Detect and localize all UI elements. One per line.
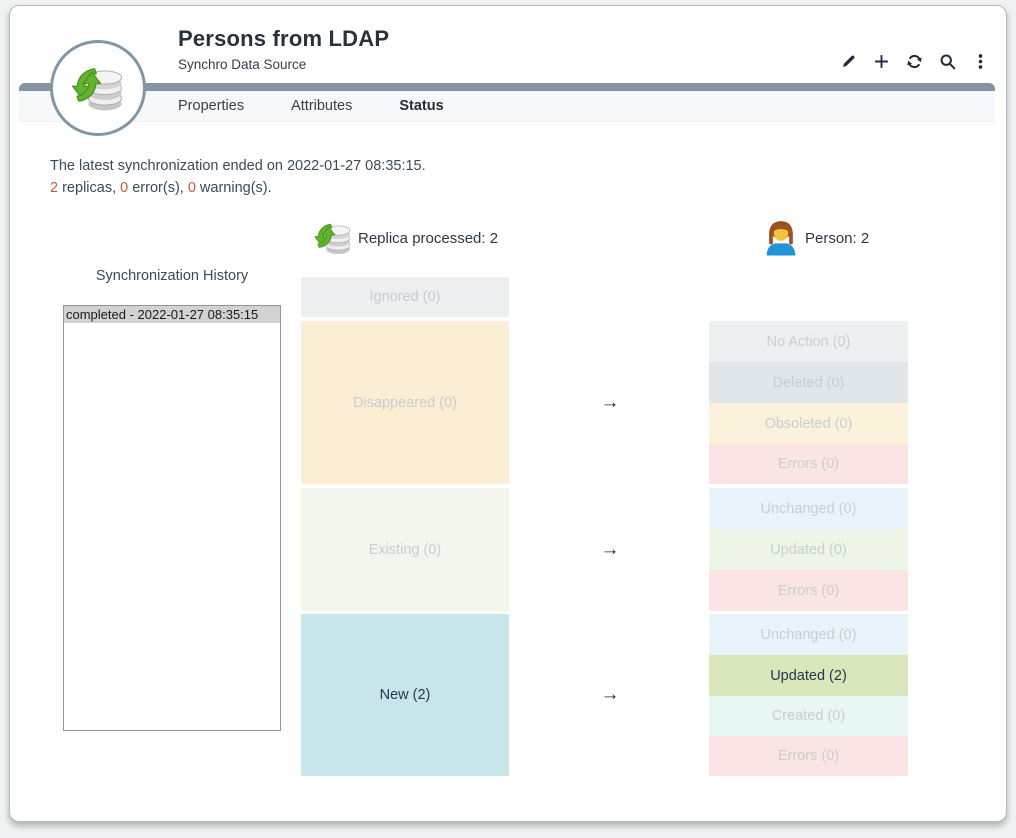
arrow-right-icon: → — [570, 538, 650, 562]
tab-properties[interactable]: Properties — [178, 98, 244, 114]
add-button[interactable] — [872, 52, 891, 71]
replicas-count: 2 — [50, 180, 58, 196]
flow-box-unchanged-existing: Unchanged (0) — [709, 488, 908, 529]
replica-counter: Replica processed: 2 — [358, 230, 498, 247]
sync-summary: The latest synchronization ended on 2022… — [50, 155, 426, 199]
edit-button[interactable] — [839, 52, 858, 71]
tab-accent-bar — [19, 83, 995, 91]
replicas-label: replicas, — [58, 180, 120, 196]
header-toolbar — [839, 52, 990, 71]
person-icon — [761, 218, 801, 258]
flow-box-ignored: Ignored (0) — [301, 277, 509, 317]
summary-line1: The latest synchronization ended on 2022… — [50, 155, 426, 177]
errors-label: error(s), — [128, 180, 188, 196]
plus-icon — [873, 53, 890, 70]
kebab-menu-icon — [972, 53, 989, 70]
history-listbox[interactable]: completed - 2022-01-27 08:35:15 — [63, 305, 281, 731]
warnings-count: 0 — [188, 180, 196, 196]
flow-box-existing: Existing (0) — [301, 488, 509, 611]
flow-box-created: Created (0) — [709, 696, 908, 736]
flow-box-new: New (2) — [301, 614, 509, 776]
refresh-button[interactable] — [905, 52, 924, 71]
flow-box-updated-existing: Updated (0) — [709, 529, 908, 570]
search-icon — [939, 53, 956, 70]
pencil-icon — [840, 53, 857, 70]
flow-box-errors-existing: Errors (0) — [709, 570, 908, 611]
history-item[interactable]: completed - 2022-01-27 08:35:15 — [64, 306, 280, 323]
tab-status[interactable]: Status — [399, 98, 443, 114]
datasource-avatar — [50, 40, 146, 136]
flow-box-disappeared: Disappeared (0) — [301, 321, 509, 484]
tab-attributes[interactable]: Attributes — [291, 98, 352, 114]
arrow-right-icon: → — [570, 391, 650, 415]
person-counter: Person: 2 — [805, 230, 869, 247]
tab-strip: Properties Attributes Status — [19, 91, 995, 122]
arrow-right-icon: → — [570, 683, 650, 707]
flow-box-errors-new: Errors (0) — [709, 736, 908, 776]
menu-button[interactable] — [971, 52, 990, 71]
sync-database-icon — [70, 60, 126, 116]
flow-box-unchanged-new: Unchanged (0) — [709, 614, 908, 655]
page-subtitle: Synchro Data Source — [178, 57, 306, 72]
flow-box-obsoleted: Obsoleted (0) — [709, 403, 908, 444]
app-window: Persons from LDAP Synchro Data Source — [9, 5, 1007, 822]
history-title: Synchronization History — [63, 268, 281, 284]
flow-box-errors-disappeared: Errors (0) — [709, 444, 908, 484]
flow-box-no-action: No Action (0) — [709, 321, 908, 362]
warnings-label: warning(s). — [196, 180, 272, 196]
search-button[interactable] — [938, 52, 957, 71]
errors-count: 0 — [120, 180, 128, 196]
summary-line2: 2 replicas, 0 error(s), 0 warning(s). — [50, 177, 426, 199]
flow-box-deleted: Deleted (0) — [709, 362, 908, 403]
page-title: Persons from LDAP — [178, 26, 389, 52]
sync-database-icon — [313, 218, 353, 258]
refresh-icon — [906, 53, 923, 70]
flow-box-updated-new: Updated (2) — [709, 655, 908, 696]
